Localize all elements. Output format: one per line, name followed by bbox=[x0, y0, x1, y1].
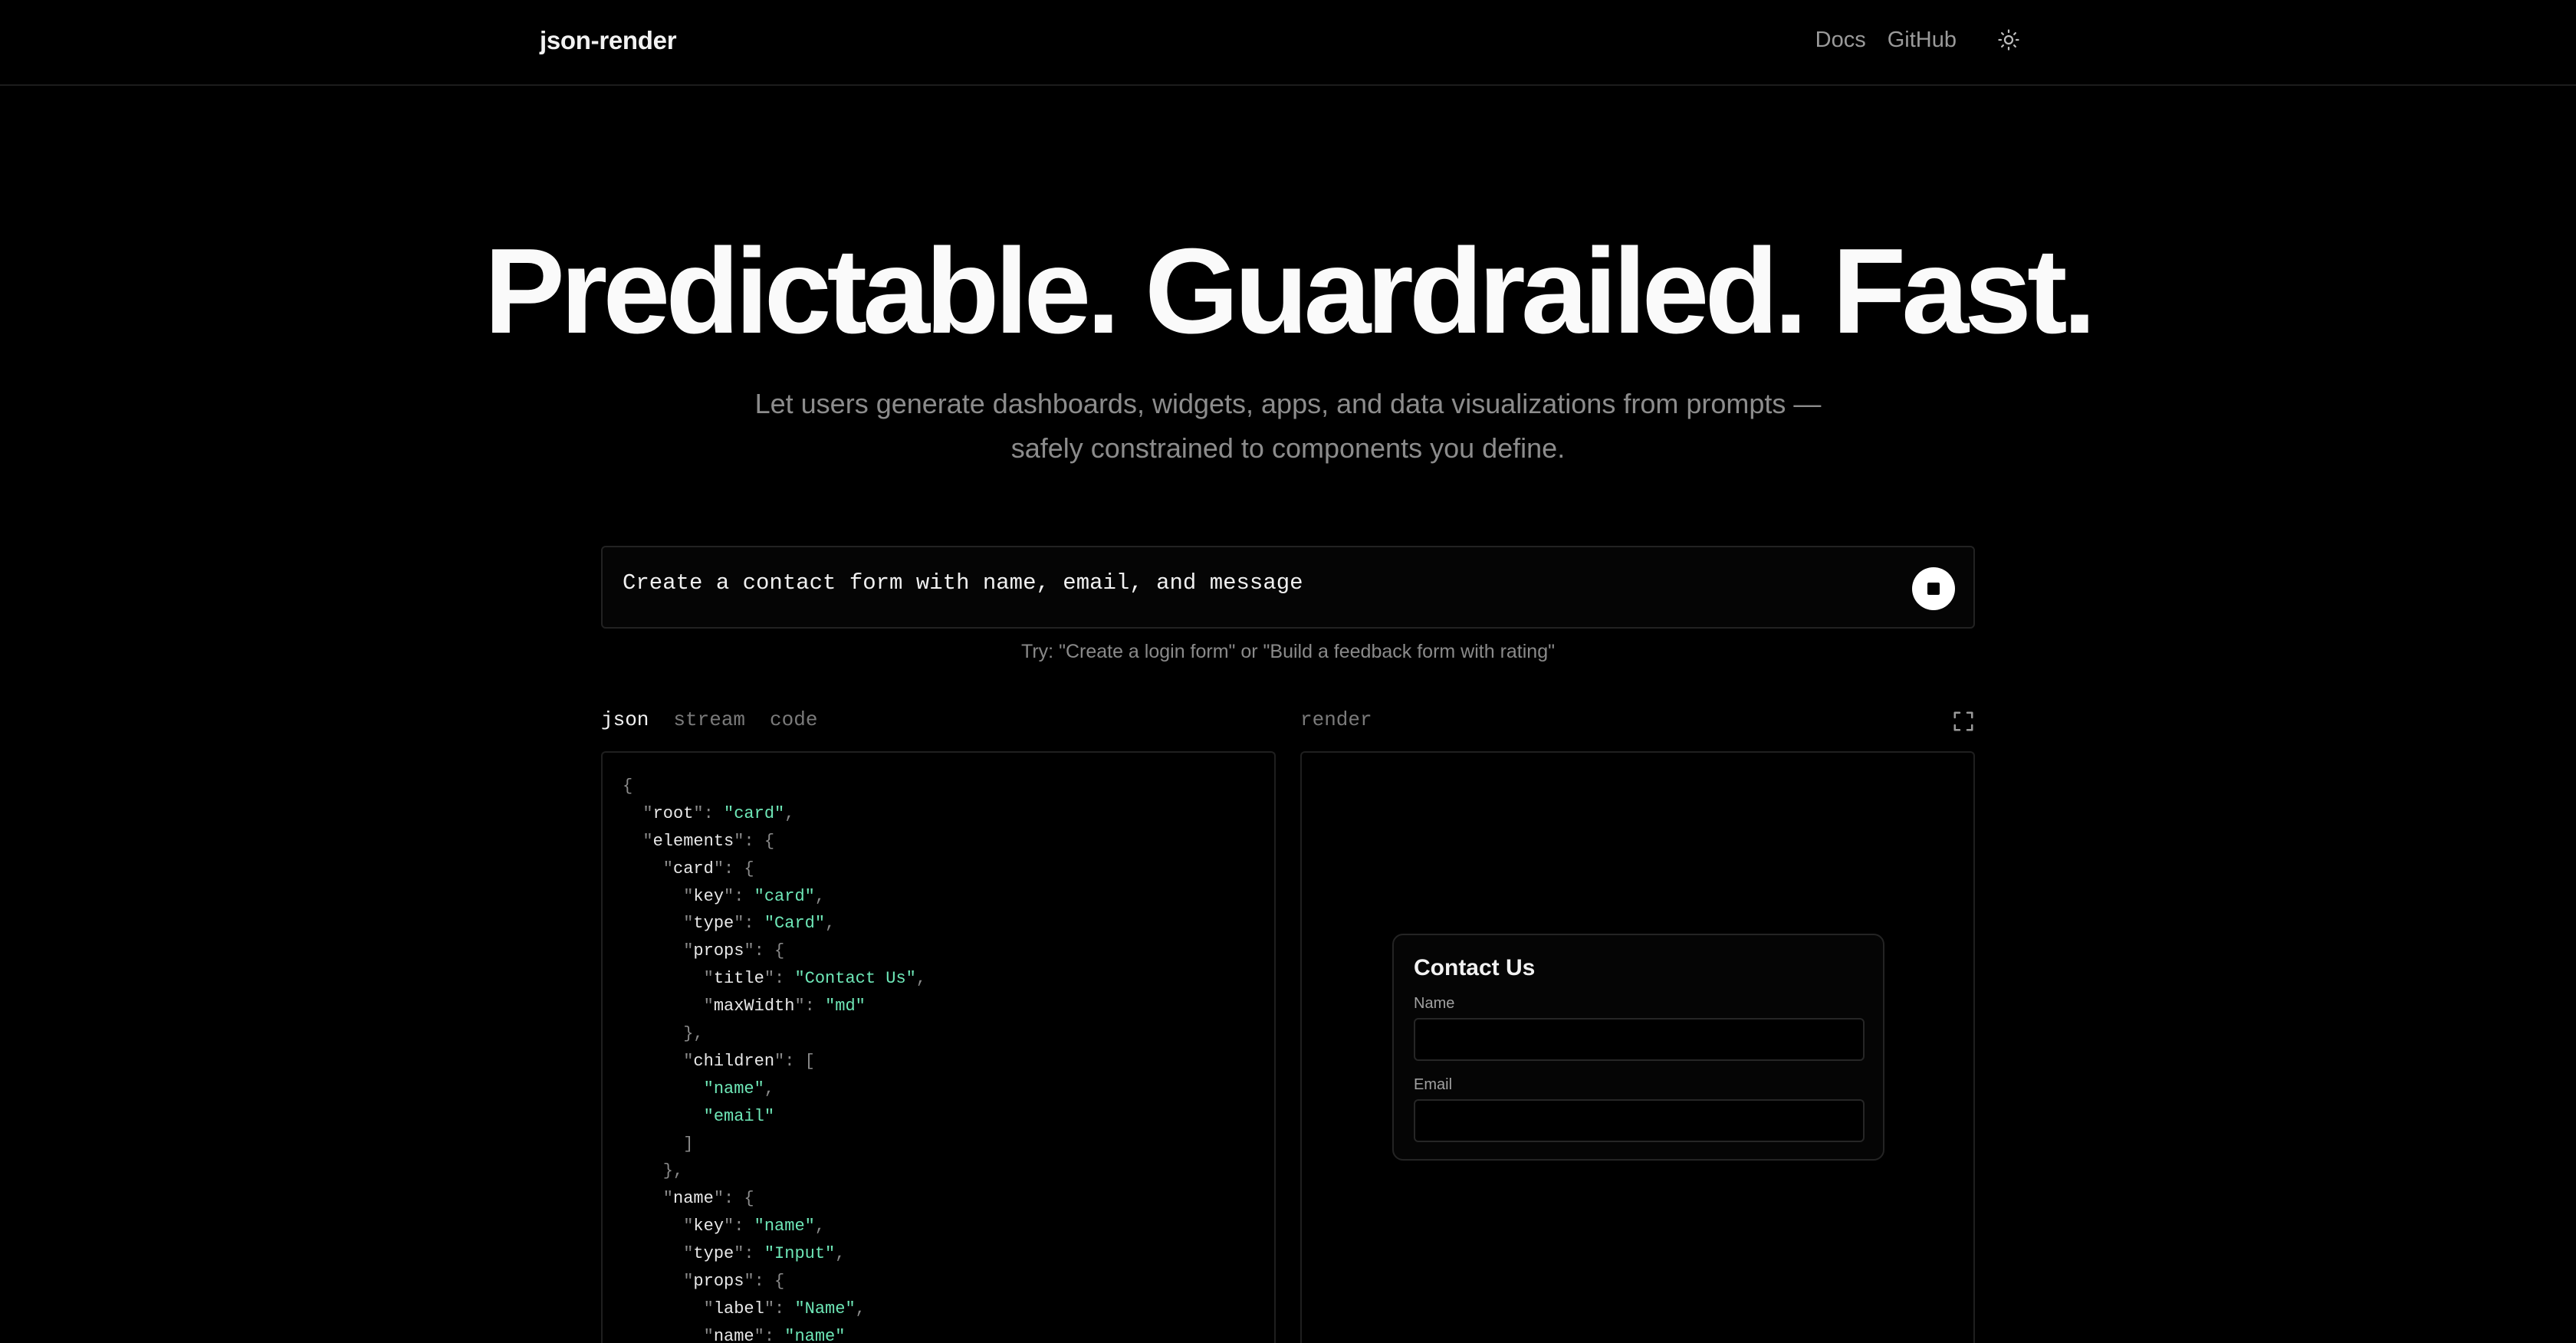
code-line: }, bbox=[623, 1161, 684, 1181]
code-line: { bbox=[623, 777, 633, 796]
brand-logo[interactable]: json-render bbox=[540, 26, 677, 55]
code-line: "name": "name" bbox=[623, 1326, 846, 1343]
email-input[interactable] bbox=[1414, 1099, 1865, 1142]
stop-icon bbox=[1927, 583, 1940, 595]
tab-stream[interactable]: stream bbox=[673, 708, 745, 731]
code-line: "root": "card", bbox=[623, 803, 795, 823]
hero-title: Predictable. Guardrailed. Fast. bbox=[484, 224, 2097, 359]
code-line: "type": "Input", bbox=[623, 1244, 846, 1264]
code-line: "props": { bbox=[623, 941, 785, 961]
name-field-label: Name bbox=[1414, 995, 1455, 1012]
contact-form-card: Contact Us Name Email bbox=[1392, 934, 1884, 1161]
top-navbar: json-render Docs GitHub bbox=[0, 0, 2576, 86]
tab-code[interactable]: code bbox=[770, 708, 817, 731]
nav-link-docs[interactable]: Docs bbox=[1815, 28, 1866, 53]
stop-generation-button[interactable] bbox=[1912, 567, 1955, 610]
tab-json[interactable]: json bbox=[601, 708, 649, 731]
prompt-hint: Try: "Create a login form" or "Build a f… bbox=[1021, 641, 1555, 662]
code-line: "type": "Card", bbox=[623, 914, 836, 934]
name-input[interactable] bbox=[1414, 1018, 1865, 1061]
code-line: "key": "name", bbox=[623, 1217, 826, 1236]
email-field-label: Email bbox=[1414, 1076, 1453, 1093]
code-line: }, bbox=[623, 1024, 704, 1044]
output-tabs: json stream code bbox=[601, 708, 817, 731]
code-line: "email" bbox=[703, 1106, 775, 1126]
card-title: Contact Us bbox=[1414, 955, 1536, 980]
fullscreen-button[interactable] bbox=[1952, 710, 1975, 733]
theme-toggle-button[interactable] bbox=[1993, 25, 2024, 55]
code-line: "maxWidth": "md" bbox=[623, 997, 866, 1016]
prompt-input-text[interactable]: Create a contact form with name, email, … bbox=[623, 570, 1303, 596]
render-preview-panel: Contact Us Name Email bbox=[1300, 751, 1975, 1343]
code-line: "children": [ bbox=[623, 1051, 815, 1071]
nav-link-github[interactable]: GitHub bbox=[1888, 28, 1957, 53]
hero-subtitle: Let users generate dashboards, widgets, … bbox=[754, 388, 1822, 464]
render-label: render bbox=[1300, 708, 1372, 731]
code-line: ] bbox=[623, 1134, 694, 1154]
code-line: "label": "Name", bbox=[623, 1299, 866, 1318]
code-line: "name": { bbox=[623, 1189, 754, 1209]
prompt-input[interactable]: Create a contact form with name, email, … bbox=[601, 546, 1975, 629]
code-line: "card": { bbox=[623, 859, 754, 878]
json-code-block: { "root": "card", "elements": { "card": … bbox=[603, 753, 1274, 1343]
code-line: "title": "Contact Us", bbox=[623, 969, 927, 989]
code-line: "props": { bbox=[623, 1272, 785, 1292]
code-line: "key": "card", bbox=[623, 886, 826, 906]
expand-icon bbox=[1953, 711, 1973, 731]
sun-icon bbox=[1998, 29, 2019, 51]
top-nav: Docs GitHub bbox=[1815, 25, 2024, 55]
code-line: "elements": { bbox=[623, 831, 775, 851]
code-line: "name", bbox=[703, 1079, 775, 1098]
json-output-panel[interactable]: { "root": "card", "elements": { "card": … bbox=[601, 751, 1276, 1343]
